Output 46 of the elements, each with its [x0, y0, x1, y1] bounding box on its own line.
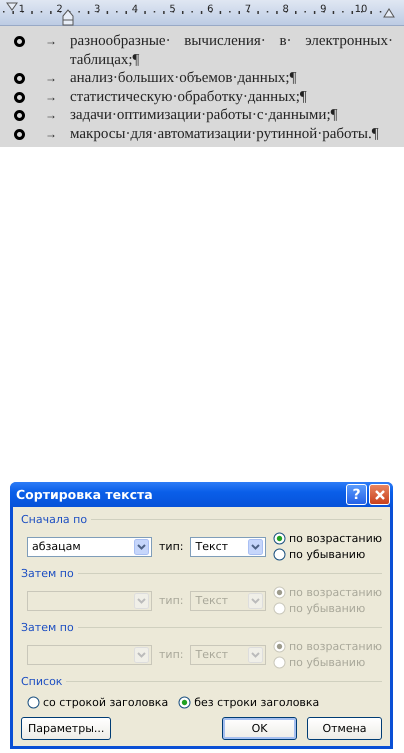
- type-label: тип:: [159, 540, 184, 553]
- sort-by-dropdown[interactable]: абзацам: [27, 536, 152, 556]
- dialog-button[interactable]: OK: [222, 717, 297, 740]
- list-item-text: анализ·больших·объемов·данных;¶: [70, 69, 298, 88]
- group-label: Список: [21, 675, 62, 688]
- close-icon: [374, 488, 386, 500]
- ruler-number: 8: [282, 4, 289, 15]
- indent-marker-icon[interactable]: [62, 8, 74, 26]
- ruler-number: 9: [320, 4, 327, 15]
- tab-arrow: →: [45, 107, 58, 124]
- ruler-number: 3: [94, 4, 100, 15]
- list-item-text: задачи·оптимизации·работы·с·данными;¶: [70, 106, 338, 124]
- ruler-number: 5: [169, 4, 176, 15]
- tab-arrow: →: [45, 33, 58, 50]
- list-item-text: макросы·для·автоматизации·рутинной·работы.¶: [70, 124, 380, 143]
- ring-bullet-icon: [14, 128, 25, 140]
- tab-arrow: →: [45, 70, 58, 87]
- ring-bullet-icon: [14, 92, 25, 102]
- ruler-number: 10: [354, 4, 368, 15]
- group-label: Затем по: [21, 621, 74, 634]
- ring-bullet-icon: [14, 36, 25, 47]
- ring-bullet-icon: [14, 73, 25, 84]
- type-label: тип:: [159, 594, 184, 607]
- group-label: Сначала по: [21, 513, 88, 526]
- header-radio[interactable]: без строки заголовка: [178, 696, 320, 709]
- window-title: Сортировка текста: [16, 487, 154, 502]
- parameters-button[interactable]: Параметры...: [21, 717, 112, 740]
- type-dropdown[interactable]: Текст: [190, 536, 266, 556]
- ruler-number: 4: [132, 4, 138, 15]
- order-radio[interactable]: по убыванию: [272, 548, 382, 561]
- ruler-number: 2: [56, 4, 63, 15]
- header-radio[interactable]: со строкой заголовка: [27, 696, 168, 709]
- dialog-button[interactable]: Отмена: [307, 717, 382, 740]
- group-label: Затем по: [21, 567, 74, 580]
- ruler-number: 1: [18, 4, 26, 15]
- order-radio[interactable]: по возрастанию: [272, 532, 382, 545]
- type-label: тип:: [159, 648, 184, 661]
- ruler-number: 6: [207, 4, 214, 15]
- tab-arrow: →: [45, 88, 58, 106]
- list-item-text: статистическую·обработку·данных;¶: [70, 88, 308, 106]
- indent-marker-icon[interactable]: [383, 6, 395, 18]
- ruler-number: 7: [244, 4, 252, 15]
- tab-arrow: →: [45, 126, 58, 142]
- ring-bullet-icon: [14, 110, 25, 121]
- help-button[interactable]: ?: [346, 484, 367, 505]
- close-button[interactable]: [369, 484, 390, 505]
